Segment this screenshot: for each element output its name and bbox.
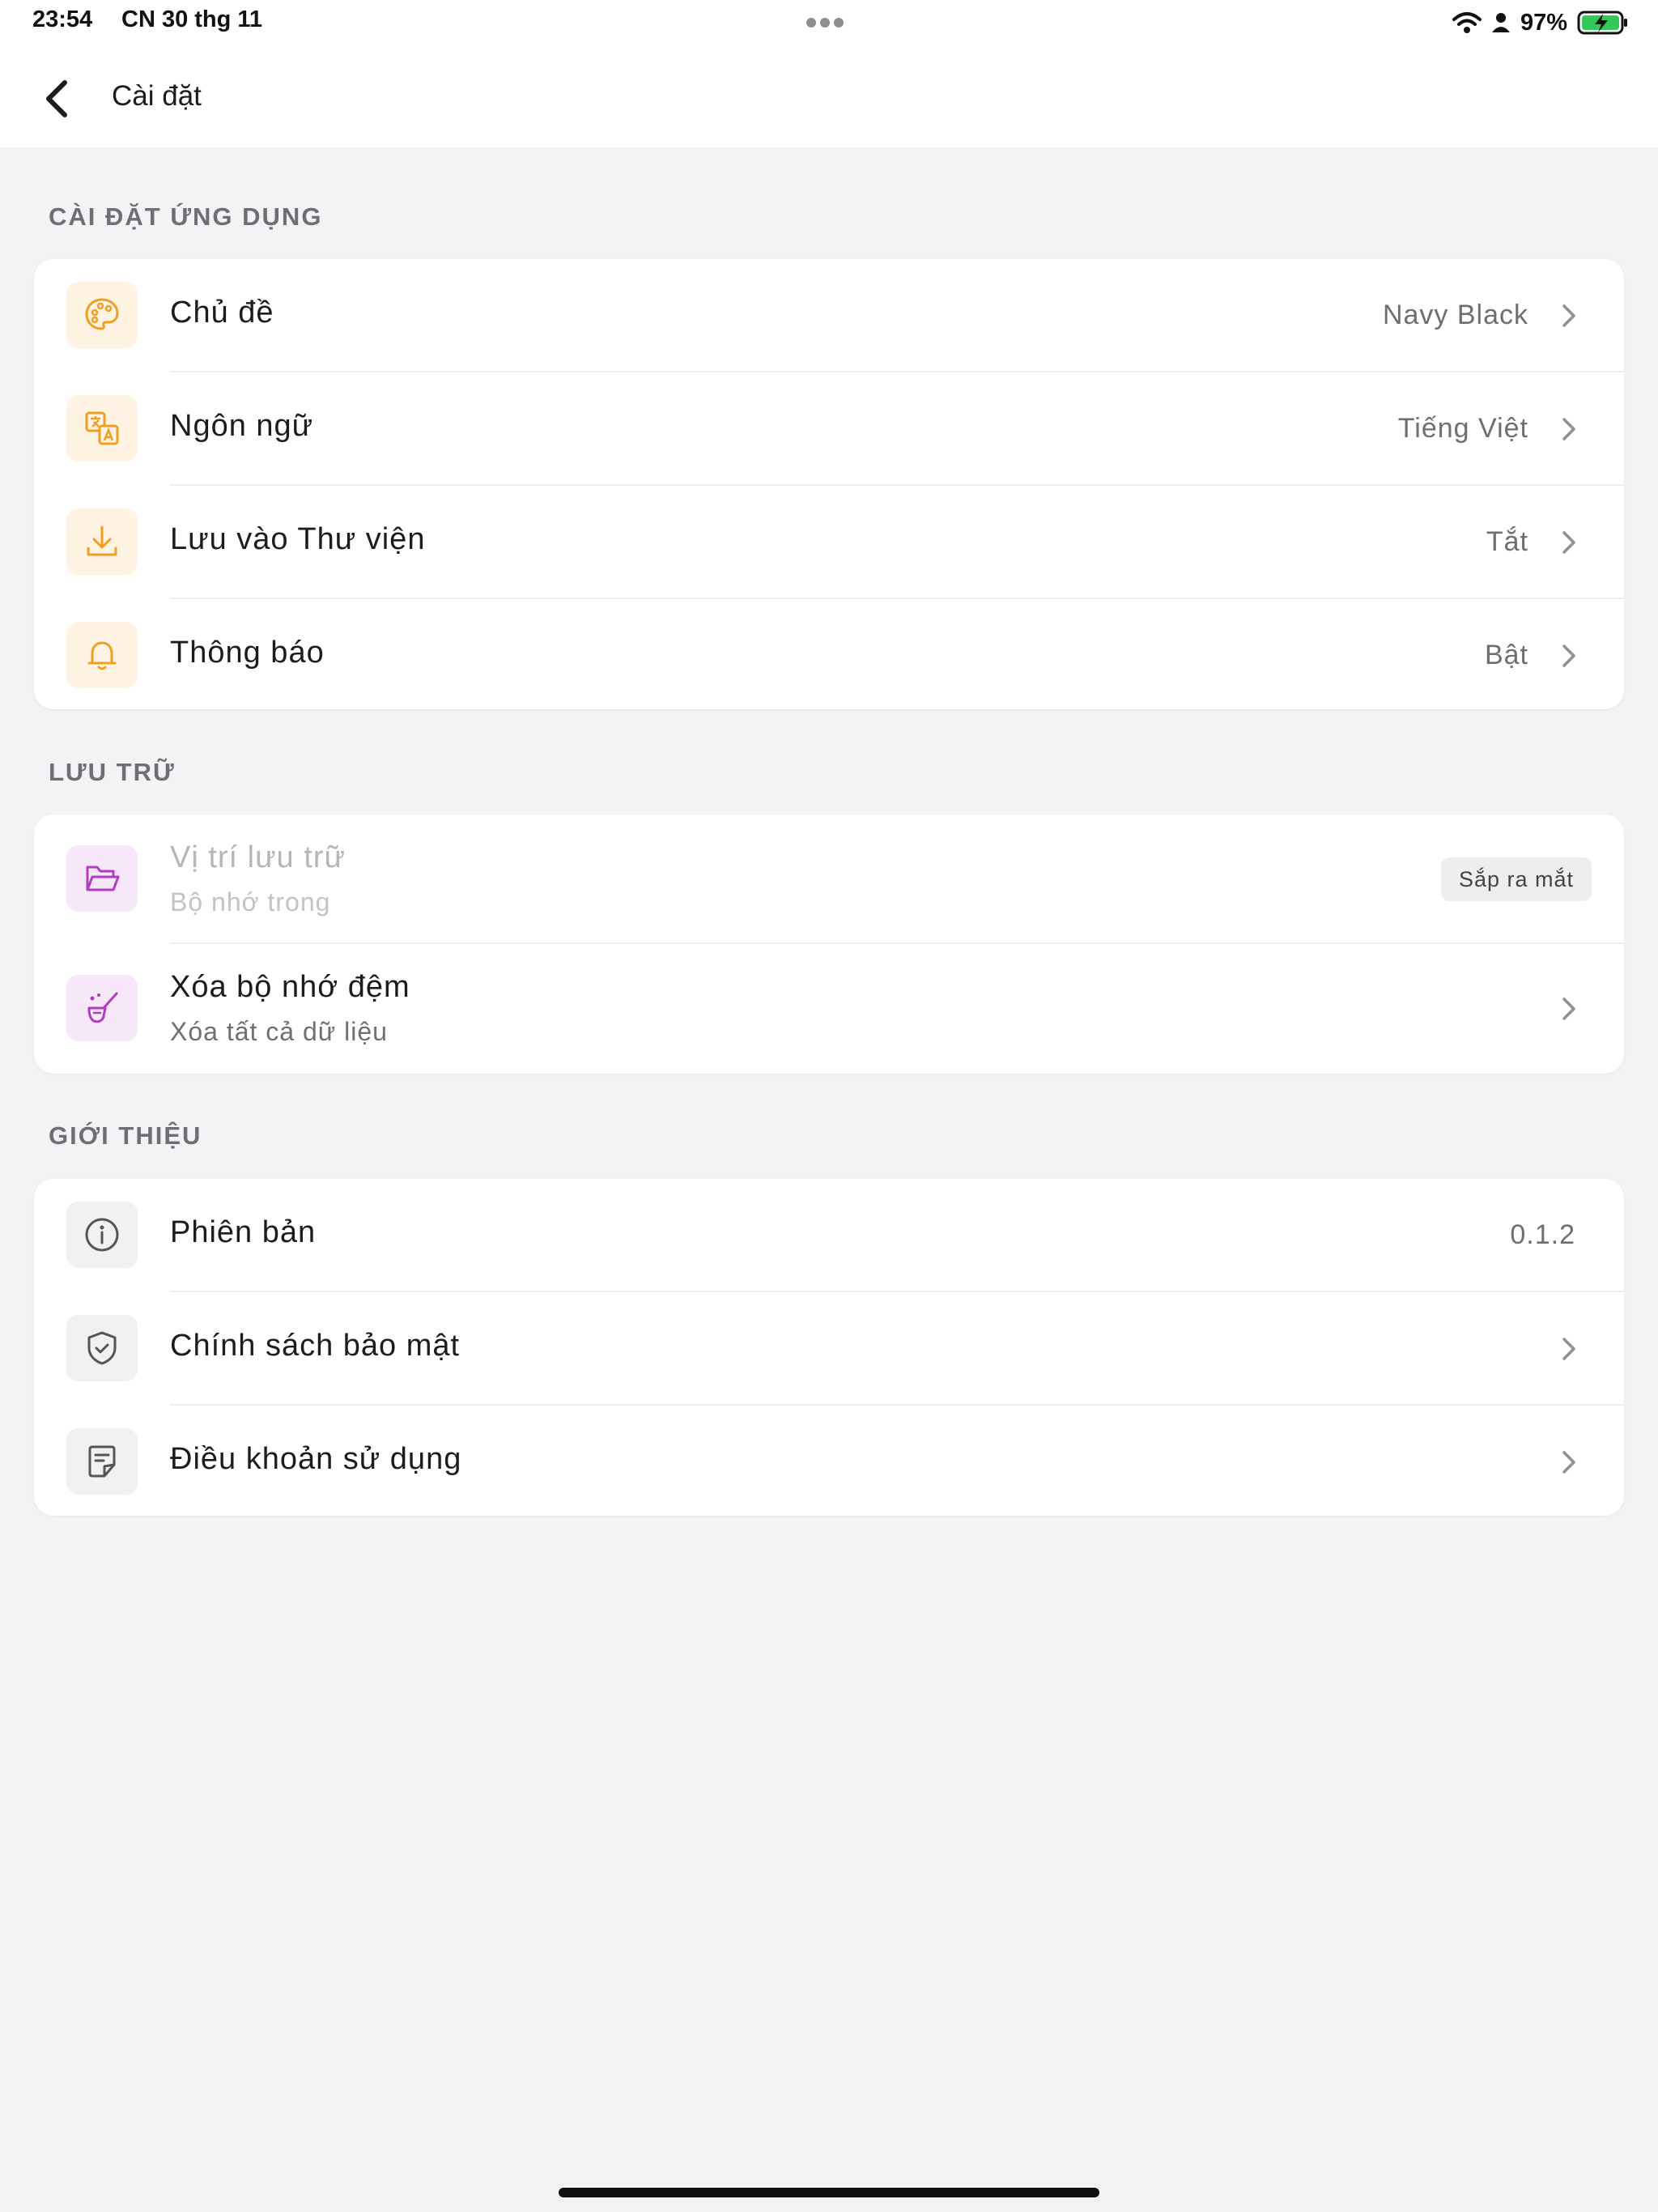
setting-row-save-to-library[interactable]: Lưu vào Thư viện Tắt [34, 486, 1624, 599]
setting-title: Chủ đề [170, 296, 274, 330]
setting-row-version: Phiên bản 0.1.2 [34, 1179, 1624, 1292]
chevron-left-icon[interactable] [36, 74, 78, 123]
setting-value: Navy Black [1382, 300, 1528, 330]
chevron-right-icon [1562, 1338, 1575, 1360]
setting-title: Điều khoản sử dụng [170, 1442, 462, 1476]
broom-icon [66, 975, 138, 1041]
bell-icon [66, 622, 138, 688]
chevron-right-icon [1562, 304, 1575, 327]
shield-check-icon [66, 1315, 138, 1381]
setting-subtitle: Xóa tất cả dữ liệu [170, 1017, 388, 1046]
setting-title: Vị trí lưu trữ [170, 840, 346, 874]
chevron-right-icon [1562, 1451, 1575, 1474]
setting-row-privacy-policy[interactable]: Chính sách bảo mật [34, 1292, 1624, 1406]
setting-title: Ngôn ngữ [170, 409, 314, 443]
status-bar: 23:54 CN 30 thg 11 97% [0, 0, 1658, 45]
wifi-icon [1452, 12, 1482, 33]
setting-value: Bật [1484, 640, 1528, 670]
setting-title: Xóa bộ nhớ đệm [170, 970, 410, 1004]
about-card: Phiên bản 0.1.2 Chính sách bảo mật Điều … [34, 1179, 1624, 1516]
info-icon [66, 1202, 138, 1268]
setting-row-notifications[interactable]: Thông báo Bật [34, 599, 1624, 709]
chevron-right-icon [1562, 531, 1575, 554]
document-icon [66, 1428, 138, 1495]
chevron-right-icon [1562, 644, 1575, 667]
chevron-right-icon [1562, 418, 1575, 440]
storage-card: Vị trí lưu trữ Bộ nhớ trong Sắp ra mắt X… [34, 815, 1624, 1074]
setting-title: Lưu vào Thư viện [170, 522, 426, 556]
translate-icon [66, 395, 138, 462]
setting-value: Tiếng Việt [1397, 413, 1528, 444]
status-date: CN 30 thg 11 [121, 6, 263, 32]
page-title: Cài đặt [112, 80, 202, 112]
app-settings-card: Chủ đề Navy Black Ngôn ngữ Tiếng Việt Lư… [34, 259, 1624, 709]
battery-percentage: 97% [1520, 9, 1567, 36]
setting-value: Tắt [1486, 526, 1528, 557]
section-header-storage: LƯU TRỮ [49, 758, 176, 786]
chevron-right-icon [1562, 998, 1575, 1020]
folder-open-icon [66, 845, 138, 912]
setting-row-theme[interactable]: Chủ đề Navy Black [34, 259, 1624, 372]
section-header-about: GIỚI THIỆU [49, 1121, 202, 1150]
section-header-app: CÀI ĐẶT ỨNG DỤNG [49, 202, 323, 231]
version-value: 0.1.2 [1510, 1219, 1575, 1250]
setting-subtitle: Bộ nhớ trong [170, 887, 331, 917]
status-time: 23:54 [32, 6, 93, 32]
status-indicators: 97% [1452, 6, 1629, 39]
setting-title: Thông báo [170, 636, 325, 670]
setting-row-language[interactable]: Ngôn ngữ Tiếng Việt [34, 372, 1624, 486]
setting-title: Phiên bản [170, 1215, 317, 1249]
setting-row-terms-of-use[interactable]: Điều khoản sử dụng [34, 1406, 1624, 1516]
coming-soon-badge: Sắp ra mắt [1440, 857, 1592, 901]
setting-title: Chính sách bảo mật [170, 1329, 461, 1363]
home-indicator[interactable] [559, 2188, 1099, 2197]
setting-row-storage-location: Vị trí lưu trữ Bộ nhớ trong Sắp ra mắt [34, 815, 1624, 944]
setting-row-clear-cache[interactable]: Xóa bộ nhớ đệm Xóa tất cả dữ liệu [34, 944, 1624, 1074]
navigation-bar: Cài đặt [0, 45, 1658, 147]
person-icon [1491, 13, 1510, 32]
download-icon [66, 508, 138, 575]
battery-charging-icon [1577, 11, 1627, 35]
more-dots-icon[interactable] [806, 17, 850, 28]
palette-icon [66, 282, 138, 348]
